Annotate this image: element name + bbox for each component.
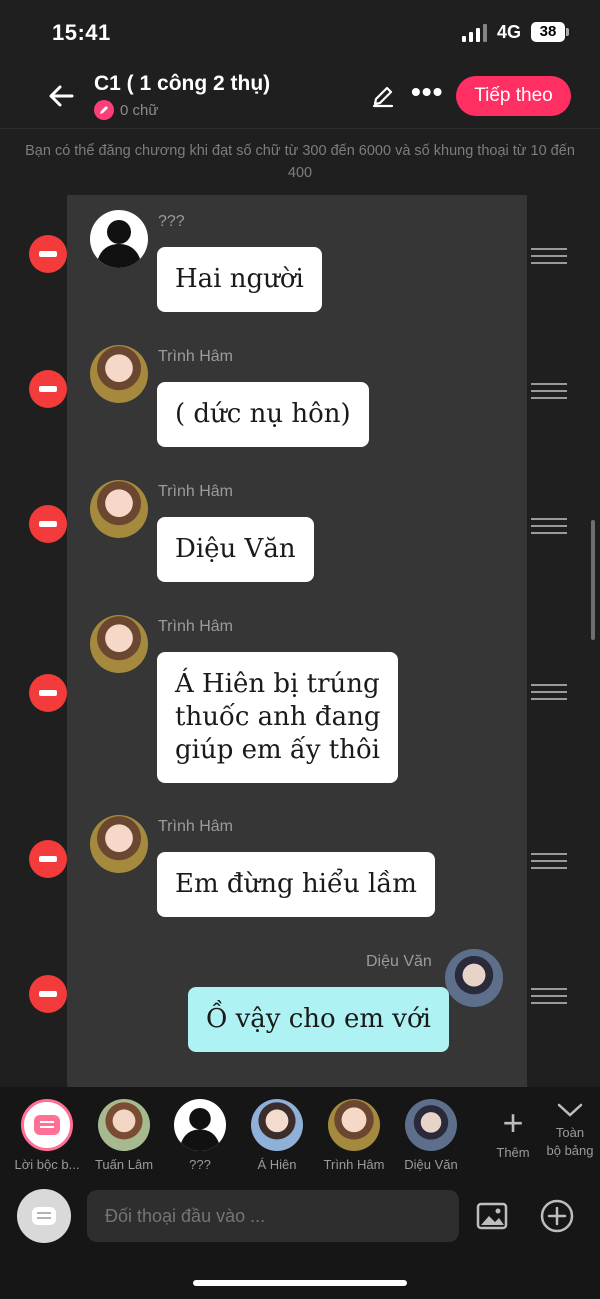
sender-name: ??? [158, 213, 185, 230]
delete-message-icon[interactable] [29, 370, 67, 408]
message-bubble[interactable]: Em đừng hiểu lầm [157, 852, 435, 917]
trinh-ham-avatar [90, 615, 148, 673]
character-name: Tuấn Lâm [94, 1157, 154, 1172]
narration-icon [21, 1099, 73, 1151]
character-dieu-van[interactable]: Diệu Văn [395, 1099, 467, 1172]
message-row: Diệu Văn Ồ vậy cho em với [0, 945, 600, 1065]
status-time: 15:41 [52, 20, 111, 45]
message-bubble[interactable]: Á Hiên bị trúng thuốc anh đang giúp em ấ… [157, 652, 399, 783]
character-name: Lời bộc b... [14, 1157, 80, 1172]
sender-name: Trình Hâm [158, 483, 233, 500]
a-hien-avatar [251, 1099, 303, 1151]
tuan-lam-avatar [98, 1099, 150, 1151]
chat-icon [32, 1207, 56, 1225]
character-bar: Lời bộc b... Tuấn Lâm ??? Á Hiên Trình H… [0, 1087, 600, 1177]
all-label-line1: Toàn [555, 1125, 585, 1140]
message-bubble[interactable]: ( dức nụ hôn) [157, 382, 369, 447]
character-name: ??? [189, 1157, 211, 1172]
sender-name: Diệu Văn [366, 953, 432, 970]
delete-message-icon[interactable] [29, 674, 67, 712]
next-button[interactable]: Tiếp theo [456, 76, 571, 116]
sender-name: Trình Hâm [158, 818, 233, 835]
my-message-bubble[interactable]: Ồ vậy cho em với [188, 987, 449, 1052]
character-a-hien[interactable]: Á Hiên [241, 1099, 313, 1172]
trinh-ham-avatar [90, 480, 148, 538]
delete-message-icon[interactable] [29, 505, 67, 543]
word-count-row: 0 chữ [94, 100, 158, 120]
message-bubble[interactable]: Hai người [157, 247, 322, 312]
dieu-van-avatar [405, 1099, 457, 1151]
message-row: Trình Hâm Á Hiên bị trúng thuốc anh đang… [0, 610, 600, 790]
plus-icon: + [502, 1102, 524, 1143]
edit-icon[interactable] [370, 83, 396, 109]
status-bar: 15:41 4G 38 [0, 0, 600, 64]
message-row: ??? Hai người [0, 205, 600, 325]
message-row: Trình Hâm ( dức nụ hôn) [0, 340, 600, 460]
chapter-title[interactable]: C1 ( 1 công 2 thụ) [94, 72, 270, 96]
word-limit-notice: Bạn có thể đăng chương khi đạt số chữ từ… [25, 143, 575, 181]
add-character-button[interactable]: + Thêm [488, 1102, 538, 1161]
dieu-van-avatar [445, 949, 503, 1007]
message-line: giúp em ấy thôi [175, 735, 380, 765]
dialogue-input[interactable] [87, 1190, 459, 1242]
message-row: Trình Hâm Diệu Văn [0, 475, 600, 595]
home-indicator [193, 1280, 407, 1286]
message-bubble[interactable]: Diệu Văn [157, 517, 314, 582]
character-narration[interactable]: Lời bộc b... [11, 1099, 83, 1172]
signal-icon [462, 24, 488, 42]
battery-icon: 38 [531, 22, 569, 42]
sender-name: Trình Hâm [158, 618, 233, 635]
input-bar [0, 1177, 600, 1299]
drag-handle-icon[interactable] [531, 988, 567, 1006]
message-row: Trình Hâm Em đừng hiểu lầm [0, 810, 600, 930]
word-count: 0 chữ [120, 101, 159, 119]
narration-toggle-button[interactable] [17, 1189, 71, 1243]
character-name: Diệu Văn [404, 1157, 458, 1172]
drag-handle-icon[interactable] [531, 853, 567, 871]
header-divider [0, 128, 600, 129]
plus-circle-icon[interactable] [540, 1199, 574, 1233]
scrollbar[interactable] [591, 520, 595, 640]
character-trinh-ham[interactable]: Trình Hâm [318, 1099, 390, 1172]
trinh-ham-avatar [90, 815, 148, 873]
drag-handle-icon[interactable] [531, 518, 567, 536]
all-characters-button[interactable]: Toàn bộ bảng [540, 1101, 600, 1160]
delete-message-icon[interactable] [29, 975, 67, 1013]
chevron-down-icon [557, 1103, 583, 1117]
all-label-line2: bộ bảng [546, 1143, 594, 1158]
drag-handle-icon[interactable] [531, 248, 567, 266]
back-arrow-icon[interactable] [46, 80, 78, 112]
sender-name: Trình Hâm [158, 348, 233, 365]
silhouette-avatar [174, 1099, 226, 1151]
character-name: Trình Hâm [323, 1157, 385, 1172]
trinh-ham-avatar [328, 1099, 380, 1151]
message-line: Á Hiên bị trúng [175, 669, 380, 699]
more-options-icon[interactable]: ••• [411, 78, 443, 106]
character-unknown[interactable]: ??? [164, 1099, 236, 1172]
network-type: 4G [497, 22, 522, 42]
image-icon[interactable] [476, 1202, 508, 1230]
silhouette-avatar [90, 210, 148, 268]
editor-header: C1 ( 1 công 2 thụ) 0 chữ ••• Tiếp theo [0, 64, 600, 130]
add-label: Thêm [496, 1145, 530, 1160]
delete-message-icon[interactable] [29, 235, 67, 273]
character-name: Á Hiên [257, 1157, 297, 1172]
pencil-icon [94, 100, 114, 120]
message-line: thuốc anh đang [175, 702, 381, 732]
delete-message-icon[interactable] [29, 840, 67, 878]
drag-handle-icon[interactable] [531, 684, 567, 702]
drag-handle-icon[interactable] [531, 383, 567, 401]
character-tuan-lam[interactable]: Tuấn Lâm [88, 1099, 160, 1172]
trinh-ham-avatar [90, 345, 148, 403]
